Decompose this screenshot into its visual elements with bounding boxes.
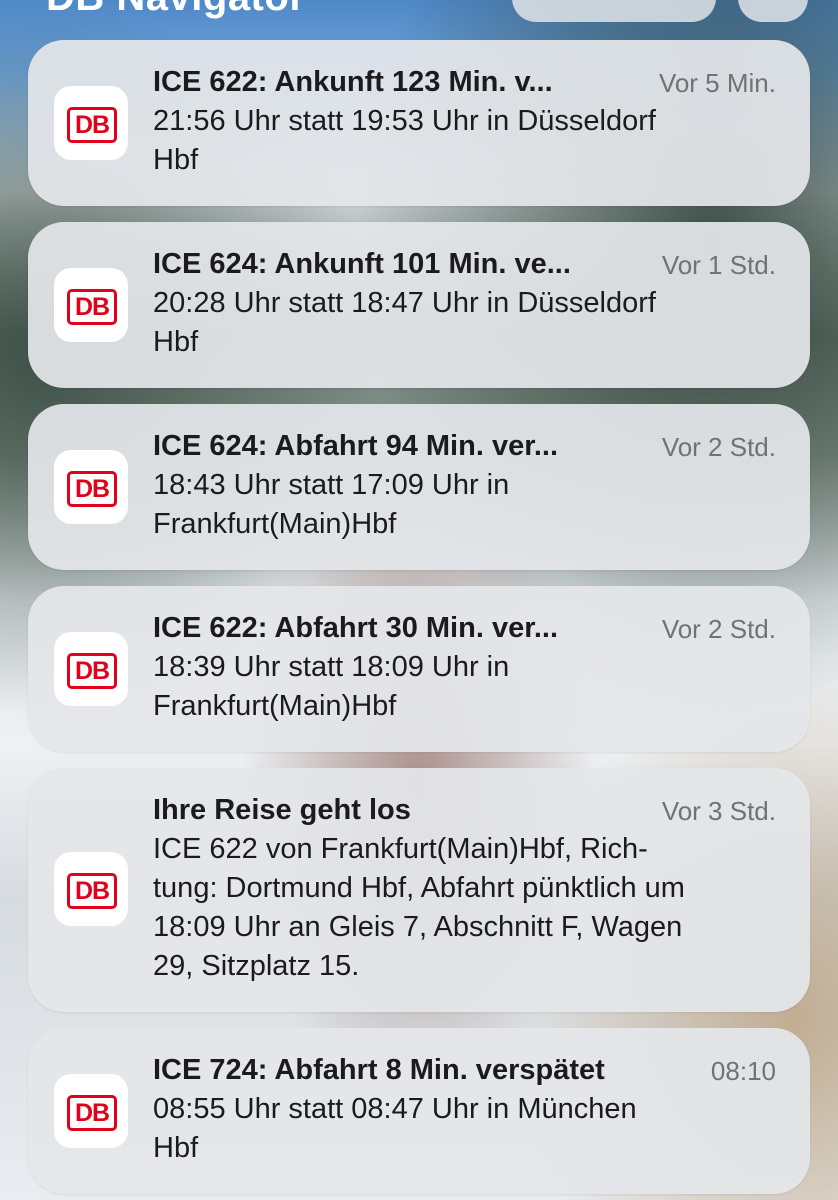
body-line: ICE 622 von Frankfurt(Main)Hbf, Rich- — [153, 833, 648, 865]
notification-body: 18:39 Uhr statt 18:09 Uhr in Frankfurt(M… — [153, 648, 783, 726]
db-logo-icon: DB — [67, 1095, 117, 1131]
notification-card[interactable]: DB ICE 724: Abfahrt 8 Min. verspätet 08:… — [28, 1028, 810, 1194]
body-line: Hbf — [153, 326, 199, 358]
app-icon: DB — [54, 86, 128, 160]
db-logo-icon: DB — [67, 653, 117, 689]
notification-title: ICE 624: Abfahrt 94 Min. ver... — [153, 430, 559, 462]
notification-card[interactable]: DB ICE 624: Ankunft 101 Min. ve... Vor 1… — [28, 222, 810, 388]
notification-body: ICE 622 von Frankfurt(Main)Hbf, Rich- tu… — [153, 830, 783, 986]
notification-title: ICE 622: Ankunft 123 Min. v... — [153, 66, 553, 98]
db-logo-icon: DB — [67, 107, 117, 143]
notification-time: Vor 2 Std. — [661, 614, 776, 644]
notification-card[interactable]: DB ICE 624: Abfahrt 94 Min. ver... Vor 2… — [28, 404, 810, 570]
app-icon: DB — [54, 450, 128, 524]
body-line: 18:43 Uhr statt 17:09 Uhr in — [153, 469, 510, 501]
notification-time: Vor 2 Std. — [661, 432, 776, 462]
notification-title: ICE 624: Ankunft 101 Min. ve... — [153, 248, 571, 280]
notification-title: Ihre Reise geht los — [153, 794, 411, 826]
body-line: Hbf — [153, 144, 199, 176]
body-line: Frankfurt(Main)Hbf — [153, 690, 397, 722]
notification-card[interactable]: DB ICE 622: Abfahrt 30 Min. ver... Vor 2… — [28, 586, 810, 752]
app-icon: DB — [54, 1074, 128, 1148]
body-line: 20:28 Uhr statt 18:47 Uhr in Düsseldorf — [153, 287, 656, 319]
notification-body: 18:43 Uhr statt 17:09 Uhr in Frankfurt(M… — [153, 466, 783, 544]
clear-button[interactable] — [738, 0, 808, 22]
body-line: Frankfurt(Main)Hbf — [153, 508, 397, 540]
db-logo-icon: DB — [67, 471, 117, 507]
body-line: 08:55 Uhr statt 08:47 Uhr in München — [153, 1093, 637, 1125]
notification-title: ICE 622: Abfahrt 30 Min. ver... — [153, 612, 559, 644]
show-less-button[interactable] — [512, 0, 716, 22]
notification-time: 08:10 — [710, 1056, 776, 1086]
body-line: Hbf — [153, 1132, 199, 1164]
body-line: tung: Dortmund Hbf, Abfahrt pünktlich um — [153, 872, 685, 904]
app-icon: DB — [54, 852, 128, 926]
db-logo-icon: DB — [67, 873, 117, 909]
app-icon: DB — [54, 632, 128, 706]
notification-body: 20:28 Uhr statt 18:47 Uhr in Düsseldorf … — [153, 284, 783, 362]
notification-body: 21:56 Uhr statt 19:53 Uhr in Düsseldorf … — [153, 102, 783, 180]
app-group-title: DB Navigator — [46, 0, 305, 20]
body-line: 21:56 Uhr statt 19:53 Uhr in Düsseldorf — [153, 105, 656, 137]
body-line: 18:39 Uhr statt 18:09 Uhr in — [153, 651, 510, 683]
body-line: 29, Sitzplatz 15. — [153, 950, 360, 982]
notification-card[interactable]: DB ICE 622: Ankunft 123 Min. v... Vor 5 … — [28, 40, 810, 206]
notification-time: Vor 3 Std. — [661, 796, 776, 826]
top-bar: DB Navigator — [0, 0, 838, 24]
body-line: 18:09 Uhr an Gleis 7, Abschnitt F, Wagen — [153, 911, 683, 943]
notification-title: ICE 724: Abfahrt 8 Min. verspätet — [153, 1054, 605, 1086]
db-logo-icon: DB — [67, 289, 117, 325]
notification-time: Vor 1 Std. — [661, 250, 776, 280]
notification-body: 08:55 Uhr statt 08:47 Uhr in München Hbf — [153, 1090, 783, 1168]
notification-time: Vor 5 Min. — [658, 68, 776, 98]
app-icon: DB — [54, 268, 128, 342]
notification-card[interactable]: DB Ihre Reise geht los Vor 3 Std. ICE 62… — [28, 768, 810, 1012]
